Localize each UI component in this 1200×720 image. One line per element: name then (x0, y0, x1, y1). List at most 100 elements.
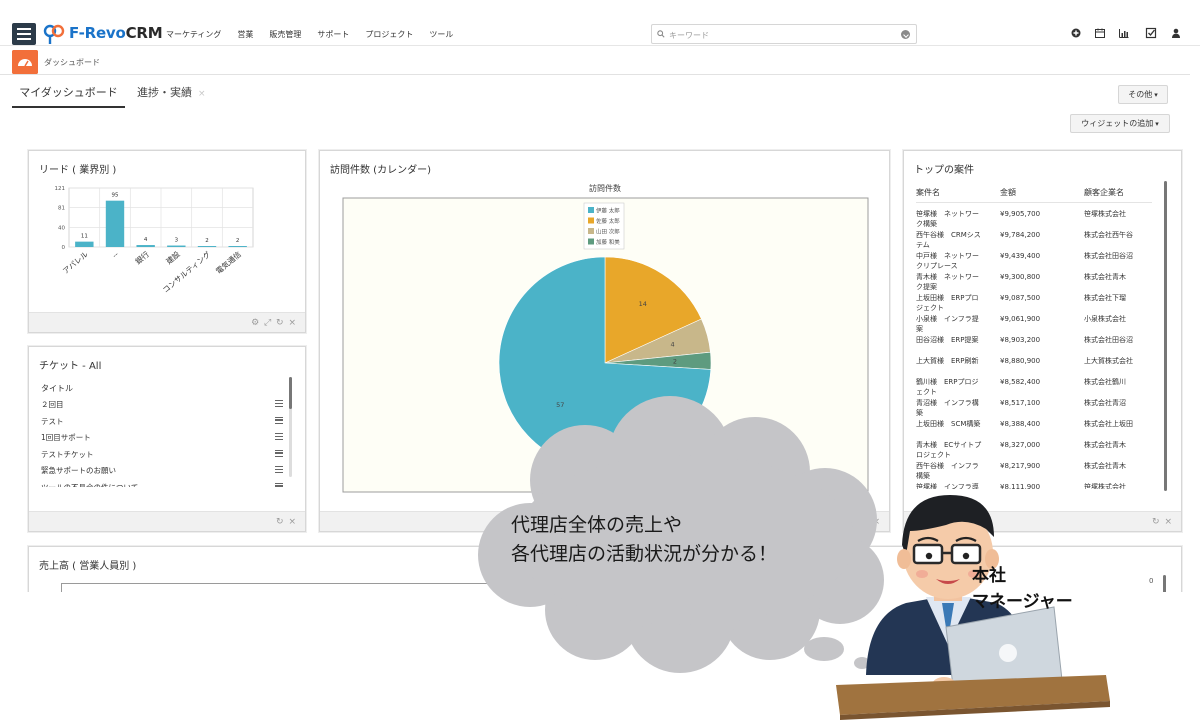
list-item[interactable]: ツールの不具合の件について (41, 482, 289, 487)
other-button[interactable]: その他 ▾ (1118, 85, 1168, 104)
scrollbar-thumb[interactable] (1164, 181, 1167, 491)
y-tick-label: 40 (58, 225, 65, 231)
legend-label[interactable]: 伊藤 太郎 (596, 207, 620, 215)
scrollbar-thumb[interactable] (289, 377, 292, 409)
legend-label[interactable]: 加藤 和美 (596, 238, 620, 246)
menu-item[interactable]: マーケティング (166, 29, 221, 40)
tab-my-dashboard[interactable]: マイダッシュボード (12, 84, 125, 108)
bar[interactable] (75, 241, 94, 247)
widget-actions-icon[interactable]: ↻ × (276, 517, 297, 527)
deal-amount-cell: ¥8,903,200 (1000, 336, 1041, 344)
add-widget-button[interactable]: ウィジェットの追加 ▾ (1070, 114, 1170, 133)
table-row[interactable]: 上大賀様 ERP刷新 ¥8,880,900 上大賀株式会社 (916, 356, 1156, 377)
menu-item[interactable]: 営業 (237, 29, 253, 40)
breadcrumb-label[interactable]: ダッシュボード (44, 57, 100, 68)
legend-label[interactable]: 山田 次郎 (596, 228, 620, 236)
search-input[interactable]: キーワード (651, 24, 917, 44)
bar[interactable] (197, 246, 217, 247)
hamburger-menu-icon[interactable] (12, 23, 36, 45)
widget-actions-icon[interactable]: ⚙ ⤢ ↻ × (251, 318, 297, 328)
x-tick-label: 銀行 (133, 249, 151, 267)
close-icon[interactable]: × (198, 89, 206, 99)
table-row[interactable]: 鶴川様 ERPプロジェクト ¥8,582,400 株式会社鶴川 (916, 377, 1156, 398)
deal-company-cell: 株式会社田谷沼 (1084, 336, 1133, 344)
table-row[interactable]: 小泉様 インフラ提案 ¥9,061,900 小泉株式会社 (916, 314, 1156, 335)
list-detail-icon[interactable] (275, 482, 283, 487)
list-detail-icon[interactable] (275, 466, 283, 473)
logo-icon (43, 24, 65, 44)
legend-label[interactable]: 佐藤 太郎 (596, 217, 620, 225)
bar[interactable] (228, 246, 247, 247)
ticket-title: テスト (41, 416, 64, 426)
tab-progress-label: 進捗・実績 (137, 86, 192, 99)
list-item[interactable]: 緊急サポートのお願い (41, 465, 289, 482)
plus-circle-icon[interactable] (1070, 27, 1082, 39)
deal-company-cell: 株式会社青沼 (1084, 399, 1126, 407)
deal-company-cell: 株式会社下瑠 (1084, 294, 1126, 302)
search-go-icon[interactable] (901, 30, 910, 39)
table-row[interactable]: 上坂田様 ERPプロジェクト ¥9,087,500 株式会社下瑠 (916, 293, 1156, 314)
checkbox-icon[interactable] (1145, 27, 1157, 39)
table-row[interactable]: 青木様 ECサイトプロジェクト ¥8,327,000 株式会社青木 (916, 440, 1156, 461)
dashboard-icon[interactable] (12, 50, 38, 74)
menu-item[interactable]: サポート (317, 29, 349, 40)
deal-name-cell: 鶴川様 ERPプロジェクト (916, 378, 979, 396)
table-row[interactable]: 上坂田様 SCM構築 ¥8,388,400 株式会社上坂田 (916, 419, 1156, 440)
deal-company-cell: 小泉株式会社 (1084, 315, 1126, 323)
legend-swatch (588, 217, 594, 224)
bar-value-label: 4 (144, 237, 148, 243)
table-row[interactable]: 中戸様 ネットワークリプレース ¥9,439,400 株式会社田谷沼 (916, 251, 1156, 272)
x-tick-label: アパレル (61, 249, 90, 275)
list-item[interactable]: テストチケット (41, 449, 289, 466)
deal-name-cell: 小泉様 インフラ提案 (916, 315, 979, 333)
list-item[interactable]: テスト (41, 416, 289, 433)
legend-swatch (588, 228, 594, 234)
deal-company-cell: 株式会社上坂田 (1084, 420, 1133, 428)
slice-value-label: 2 (673, 358, 677, 366)
list-detail-icon[interactable] (275, 433, 283, 440)
table-row[interactable]: 青木様 ネットワーク提案 ¥9,300,800 株式会社青木 (916, 272, 1156, 293)
bar[interactable] (105, 200, 125, 247)
deal-amount-cell: ¥9,784,200 (1000, 231, 1041, 239)
list-detail-icon[interactable] (275, 400, 283, 407)
list-detail-icon[interactable] (275, 416, 283, 424)
menu-item[interactable]: プロジェクト (365, 29, 413, 40)
table-row[interactable]: 西午谷様 CRMシステム ¥9,784,200 株式会社西午谷 (916, 230, 1156, 251)
table-row[interactable]: 笹塚様 ネットワーク構築 ¥9,905,700 笹塚株式会社 (916, 209, 1156, 230)
widget-actions-icon[interactable]: ↻ × (1152, 517, 1173, 527)
bar-value-label: 95 (112, 193, 119, 199)
list-item[interactable]: ２回目 (41, 399, 289, 416)
bar-value-label: 2 (205, 238, 209, 244)
tab-progress[interactable]: 進捗・実績 × (137, 84, 206, 103)
deal-column-amount: 金額 (1000, 188, 1016, 197)
ticket-title: 緊急サポートのお願い (41, 466, 116, 475)
widget-footer: ⚙ ⤢ ↻ × (29, 312, 305, 332)
user-icon[interactable] (1170, 27, 1182, 39)
deal-company-cell: 株式会社青木 (1084, 441, 1126, 449)
table-row[interactable]: 青沼様 インフラ構築 ¥8,517,100 株式会社青沼 (916, 398, 1156, 419)
widget-title: トップの案件 (914, 165, 974, 176)
deal-name-cell: 青沼様 インフラ構築 (916, 399, 979, 417)
y-tick-label: 0 (62, 245, 66, 251)
deal-company-cell: 笹塚株式会社 (1084, 210, 1126, 218)
menu-item[interactable]: 販売管理 (269, 29, 301, 40)
deal-column-name: 案件名 (916, 188, 940, 197)
calendar-icon[interactable] (1094, 27, 1106, 39)
deal-column-company: 顧客企業名 (1084, 188, 1124, 197)
bar-value-label: 2 (236, 238, 240, 244)
table-row[interactable]: 田谷沼様 ERP提案 ¥8,903,200 株式会社田谷沼 (916, 335, 1156, 356)
x-tick-label: 電気通信 (214, 249, 244, 276)
deal-amount-cell: ¥8,388,400 (1000, 420, 1041, 428)
deal-amount-cell: ¥8,880,900 (1000, 357, 1041, 365)
logo-text[interactable]: F-RevoCRM (69, 24, 163, 42)
ticket-title: 1回目サポート (41, 433, 91, 442)
deal-name-cell: 田谷沼様 ERP提案 (916, 336, 979, 344)
bar[interactable] (167, 245, 186, 247)
bar-chart-icon[interactable] (1118, 27, 1130, 39)
list-item[interactable]: 1回目サポート (41, 432, 289, 449)
list-detail-icon[interactable] (275, 449, 283, 457)
menu-item[interactable]: ツール (429, 29, 453, 40)
widget-title: 訪問件数 (カレンダー) (330, 165, 431, 176)
deal-company-cell: 株式会社青木 (1084, 273, 1126, 281)
bar[interactable] (136, 245, 155, 247)
